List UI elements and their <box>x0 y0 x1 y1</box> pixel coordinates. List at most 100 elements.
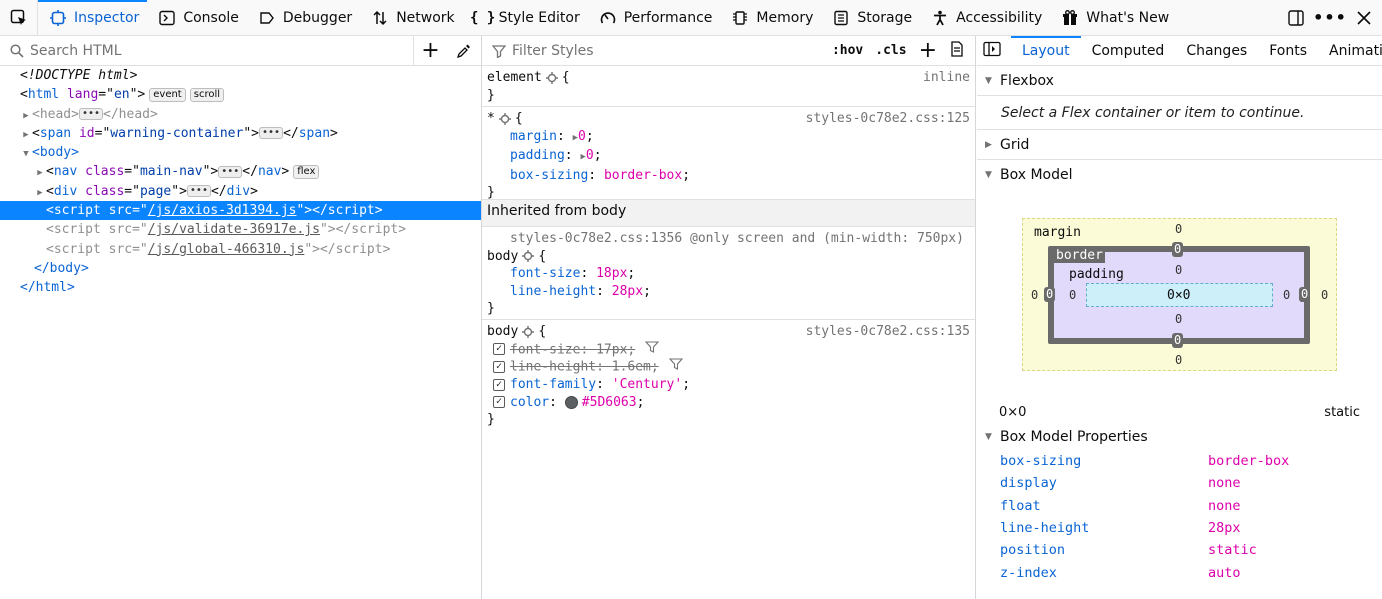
rule-source[interactable]: styles-0c78e2.css:135 <box>806 323 970 341</box>
scroll-badge[interactable]: scroll <box>189 87 225 102</box>
css-declaration[interactable]: ✓ font-family: 'Century'; <box>487 376 970 394</box>
universal-rule: styles-0c78e2.css:125 *{ margin: ▶0; pad… <box>482 107 975 200</box>
tab-layout[interactable]: Layout <box>1011 36 1081 65</box>
box-model-properties-toggle[interactable]: ▼ Box Model Properties <box>985 429 1148 445</box>
border-bottom-value[interactable]: 0 <box>1172 333 1184 348</box>
padding-top-value[interactable]: 0 <box>1175 263 1182 277</box>
script-src-link[interactable]: /js/axios-3d1394.js <box>148 203 297 218</box>
css-declaration[interactable]: ✓ color: #5D6063; <box>487 394 970 412</box>
nav-node[interactable]: ▶ <nav class="main-nav"> ••• </nav> flex <box>0 162 481 181</box>
css-declaration[interactable]: box-sizing: border-box; <box>487 167 970 185</box>
margin-right-value[interactable]: 0 <box>1321 288 1328 302</box>
padding-left-value[interactable]: 0 <box>1069 288 1076 302</box>
css-declaration[interactable]: padding: ▶0; <box>487 147 970 167</box>
script-node-selected[interactable]: <script src="/js/axios-3d1394.js"></scri… <box>0 201 481 221</box>
close-icon[interactable] <box>1354 8 1374 28</box>
tab-inspector[interactable]: Inspector <box>38 0 148 35</box>
search-input[interactable]: Search HTML <box>30 43 122 59</box>
rule-selector[interactable]: element <box>487 70 542 85</box>
element-picker-button[interactable] <box>0 0 38 35</box>
script-node[interactable]: <script src="/js/global-466310.js"></scr… <box>0 240 481 259</box>
eyedropper-button[interactable] <box>447 36 481 66</box>
node-highlight-icon[interactable] <box>522 250 535 262</box>
accordion-title: Box Model <box>1000 167 1073 183</box>
tab-changes[interactable]: Changes <box>1175 36 1258 65</box>
toggle-sidebar-icon[interactable] <box>977 41 1011 61</box>
span-node[interactable]: ▶ <span id="warning-container"> ••• </span> <box>0 124 481 143</box>
color-swatch[interactable] <box>564 395 578 409</box>
tab-memory[interactable]: Memory <box>720 0 821 35</box>
css-declaration[interactable]: margin: ▶0; <box>487 128 970 148</box>
collapsed-dots[interactable]: ••• <box>186 185 211 198</box>
hov-button[interactable]: :hov <box>832 43 863 58</box>
print-media-icon[interactable] <box>949 40 965 61</box>
padding-right-value[interactable]: 0 <box>1283 288 1290 302</box>
tab-animations[interactable]: Animations <box>1318 36 1382 65</box>
div-node[interactable]: ▶ <div class="page"> ••• </div> <box>0 182 481 201</box>
node-highlight-icon[interactable] <box>522 325 535 338</box>
enable-checkbox[interactable]: ✓ <box>493 378 505 391</box>
collapsed-dots[interactable]: ••• <box>259 127 284 140</box>
flexbox-accordion[interactable]: ▼ Flexbox <box>977 66 1382 96</box>
tab-whats-new[interactable]: What's New <box>1050 0 1177 35</box>
tab-debugger[interactable]: Debugger <box>247 0 360 35</box>
node-highlight-icon[interactable] <box>545 71 558 84</box>
css-declaration[interactable]: font-size: 18px; <box>487 265 970 283</box>
html-close-node[interactable]: </html> <box>0 278 481 297</box>
margin-bottom-value[interactable]: 0 <box>1175 353 1182 367</box>
collapsed-dots[interactable]: ••• <box>78 108 104 121</box>
flex-badge[interactable]: flex <box>293 164 320 179</box>
tab-storage[interactable]: Storage <box>821 0 920 35</box>
box-model-accordion[interactable]: ▼ Box Model <box>977 160 1382 190</box>
node-highlight-icon[interactable] <box>498 112 511 125</box>
element-rule: inline element{} <box>482 66 975 107</box>
filter-styles-input[interactable]: Filter Styles <box>512 43 594 59</box>
tab-network[interactable]: Network <box>360 0 462 35</box>
html-node[interactable]: <html lang="en"> event scroll <box>0 85 481 104</box>
tab-accessibility[interactable]: Accessibility <box>920 0 1050 35</box>
css-declaration-overridden[interactable]: ✓ font-size: 17px; <box>487 340 970 359</box>
border-right-value[interactable]: 0 <box>1299 287 1311 302</box>
attr-value: en <box>113 87 130 103</box>
rule-source[interactable]: styles-0c78e2.css:1356 @only screen and … <box>487 230 970 248</box>
filter-rules-icon[interactable] <box>645 340 660 359</box>
dock-side-icon[interactable] <box>1286 8 1306 28</box>
enable-checkbox[interactable]: ✓ <box>493 361 505 373</box>
enable-checkbox[interactable]: ✓ <box>493 396 505 408</box>
accordion-title: Flexbox <box>1000 72 1054 89</box>
rule-selector[interactable]: body <box>487 324 518 339</box>
rule-selector[interactable]: * <box>487 111 495 126</box>
tab-console[interactable]: Console <box>147 0 247 35</box>
padding-bottom-value[interactable]: 0 <box>1175 312 1182 326</box>
head-node[interactable]: ▶ <head> ••• </head> <box>0 105 481 124</box>
script-src-link[interactable]: /js/validate-36917e.js <box>148 222 320 237</box>
event-badge[interactable]: event <box>149 87 186 102</box>
rule-selector[interactable]: body <box>487 249 518 264</box>
add-rule-icon[interactable]: + <box>919 39 937 61</box>
attr-name: class <box>85 183 125 199</box>
filter-rules-icon[interactable] <box>668 358 683 376</box>
cls-button[interactable]: .cls <box>875 43 906 58</box>
grid-accordion[interactable]: ▶ Grid <box>977 130 1382 160</box>
margin-left-value[interactable]: 0 <box>1031 288 1038 302</box>
script-src-link[interactable]: /js/global-466310.js <box>148 242 305 257</box>
css-declaration-overridden[interactable]: ✓ line-height: 1.6em; <box>487 358 970 376</box>
tab-performance[interactable]: Performance <box>588 0 721 35</box>
tab-fonts[interactable]: Fonts <box>1258 36 1318 65</box>
enable-checkbox[interactable]: ✓ <box>493 343 505 356</box>
body-node[interactable]: ▼ <body> <box>0 143 481 162</box>
collapsed-dots[interactable]: ••• <box>218 165 243 178</box>
script-node[interactable]: <script src="/js/validate-36917e.js"></s… <box>0 220 481 239</box>
rule-source[interactable]: styles-0c78e2.css:125 <box>806 110 970 128</box>
border-left-value[interactable]: 0 <box>1044 287 1056 302</box>
more-options-icon[interactable]: ••• <box>1313 8 1346 28</box>
rules-panel: Filter Styles :hov .cls + inline element… <box>482 36 976 599</box>
body-close-node[interactable]: </body> <box>0 259 481 278</box>
border-top-value[interactable]: 0 <box>1172 242 1184 257</box>
add-node-button[interactable]: + <box>413 35 447 66</box>
tab-computed[interactable]: Computed <box>1081 36 1176 65</box>
doctype-node[interactable]: <!DOCTYPE html> <box>0 66 481 85</box>
margin-top-value[interactable]: 0 <box>1175 222 1182 236</box>
css-declaration[interactable]: line-height: 28px; <box>487 283 970 301</box>
tab-style-editor[interactable]: { } Style Editor <box>463 0 588 35</box>
